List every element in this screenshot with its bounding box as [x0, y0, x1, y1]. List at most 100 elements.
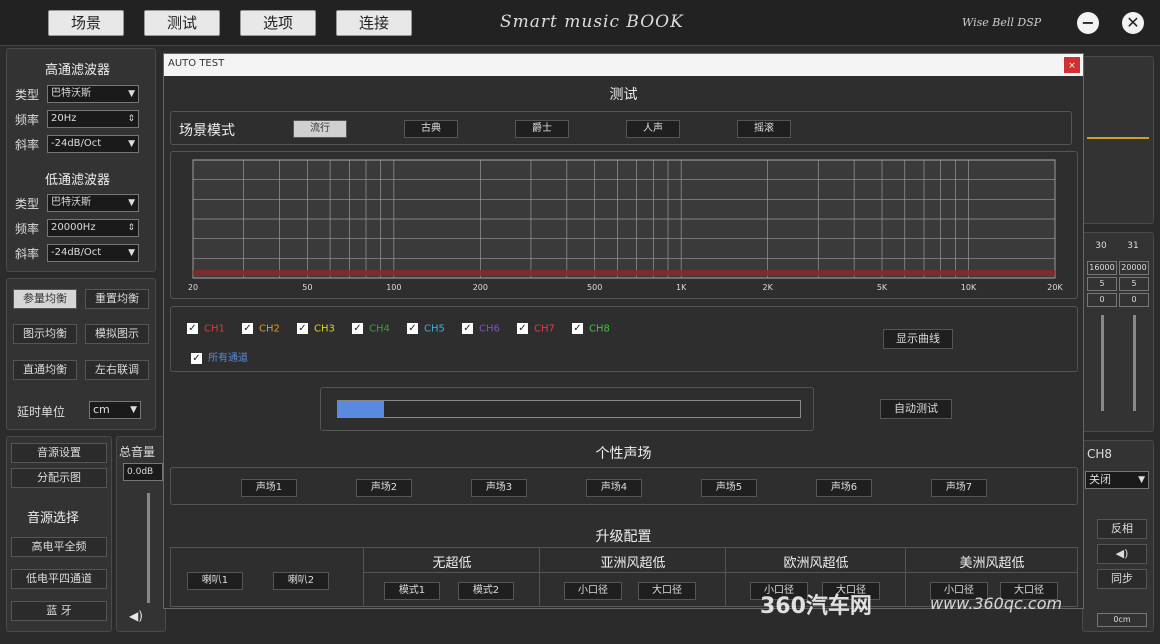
hp-slope-select[interactable]: -24dB/Oct ▼ — [47, 135, 139, 153]
q-cell[interactable]: 5 — [1119, 277, 1149, 291]
watermark-url: www.360qc.com — [930, 594, 1063, 613]
upgrade-config-heading: 升级配置 — [595, 529, 652, 545]
master-volume-slider[interactable] — [147, 493, 150, 603]
test-progress-bar — [337, 400, 801, 418]
tab-options[interactable]: 选项 — [240, 10, 316, 36]
reset-eq-button[interactable]: 重置均衡 — [85, 289, 149, 309]
speaker-2-button[interactable]: 喇叭2 — [273, 572, 329, 590]
minimize-button[interactable]: − — [1077, 12, 1099, 34]
freq-cell[interactable]: 20000 — [1119, 261, 1149, 275]
link-lr-button[interactable]: 左右联调 — [85, 360, 149, 380]
dialog-title: AUTO TEST — [168, 58, 225, 69]
scene-rock-button[interactable]: 摇滚 — [737, 120, 791, 138]
checkmark-icon: ✓ — [572, 323, 583, 334]
bypass-eq-button[interactable]: 直通均衡 — [13, 360, 77, 380]
gain-cell[interactable]: 0 — [1087, 293, 1117, 307]
scene-jazz-button[interactable]: 爵士 — [515, 120, 569, 138]
tab-scene[interactable]: 场景 — [48, 10, 124, 36]
checkmark-icon: ✓ — [517, 323, 528, 334]
assign-diagram-button[interactable]: 分配示图 — [11, 468, 107, 488]
progress-panel — [320, 387, 814, 431]
hp-type-label: 类型 — [15, 88, 40, 102]
all-channels-checkbox[interactable]: ✓ 所有通道 — [191, 349, 248, 364]
band-slider[interactable] — [1101, 315, 1104, 411]
freq-cell[interactable]: 16000 — [1087, 261, 1117, 275]
checkmark-icon: ✓ — [352, 323, 363, 334]
lp-type-value: 巴特沃斯 — [51, 197, 91, 208]
band-slider[interactable] — [1133, 315, 1136, 411]
scene-vocal-button[interactable]: 人声 — [626, 120, 680, 138]
channel-checkbox[interactable]: ✓ CH8 — [572, 323, 610, 335]
speaker-1-button[interactable]: 喇叭1 — [187, 572, 243, 590]
test-heading: 测试 — [609, 87, 638, 103]
asian-small-button[interactable]: 小口径 — [564, 582, 622, 600]
sound-field-1-button[interactable]: 声场1 — [241, 479, 297, 497]
checkmark-icon: ✓ — [191, 352, 202, 364]
sound-field-5-button[interactable]: 声场5 — [701, 479, 757, 497]
frequency-graph-panel: 20 50 100 200 500 1K 2K 5K 10K 20K — [170, 151, 1078, 299]
bluetooth-button[interactable]: 蓝 牙 — [11, 601, 107, 621]
hp-slope-value: -24dB/Oct — [51, 138, 102, 149]
auto-test-button[interactable]: 自动测试 — [880, 399, 952, 419]
tab-connect[interactable]: 连接 — [336, 10, 412, 36]
scene-pop-button[interactable]: 流行 — [293, 120, 347, 138]
x-tick-label: 200 — [473, 283, 488, 292]
chevron-down-icon: ▼ — [128, 248, 135, 258]
channel-checkbox[interactable]: ✓ CH1 — [187, 323, 225, 335]
chevron-down-icon: ▼ — [128, 89, 135, 99]
dialog-titlebar: AUTO TEST × — [164, 54, 1083, 76]
sound-field-7-button[interactable]: 声场7 — [931, 479, 987, 497]
channel-checkbox[interactable]: ✓ CH7 — [517, 323, 555, 335]
show-curve-button[interactable]: 显示曲线 — [883, 329, 953, 349]
response-curve-band — [193, 270, 1055, 276]
q-cell[interactable]: 5 — [1087, 277, 1117, 291]
sound-field-4-button[interactable]: 声场4 — [586, 479, 642, 497]
right-channel-params: 30 31 16000 20000 5 5 0 0 — [1082, 232, 1154, 432]
lp-freq-input[interactable]: 20000Hz ⇕ — [47, 219, 139, 237]
sound-field-6-button[interactable]: 声场6 — [816, 479, 872, 497]
lp-type-select[interactable]: 巴特沃斯 ▼ — [47, 194, 139, 212]
channel-state-select[interactable]: 关闭 ▼ — [1085, 471, 1149, 489]
hp-freq-input[interactable]: 20Hz ⇕ — [47, 110, 139, 128]
lp-slope-select[interactable]: -24dB/Oct ▼ — [47, 244, 139, 262]
group-divider — [906, 572, 1078, 573]
speaker-icon[interactable]: ◀) — [129, 609, 143, 623]
personal-sound-heading: 个性声场 — [595, 446, 652, 462]
sound-field-2-button[interactable]: 声场2 — [356, 479, 412, 497]
channel-checkbox[interactable]: ✓ CH5 — [407, 323, 445, 335]
simulate-graph-button[interactable]: 模拟图示 — [85, 324, 149, 344]
mode-2-button[interactable]: 模式2 — [458, 582, 514, 600]
gain-cell[interactable]: 0 — [1119, 293, 1149, 307]
mode-1-button[interactable]: 模式1 — [384, 582, 440, 600]
low-level-4ch-button[interactable]: 低电平四通道 — [11, 569, 107, 589]
delay-unit-select[interactable]: cm ▼ — [89, 401, 141, 419]
sync-button[interactable]: 同步 — [1097, 569, 1147, 589]
channel-checkbox[interactable]: ✓ CH2 — [242, 323, 280, 335]
asian-large-button[interactable]: 大口径 — [638, 582, 696, 600]
channel-checkbox[interactable]: ✓ CH4 — [352, 323, 390, 335]
group-no-sub: 无超低 模式1 模式2 — [363, 548, 540, 606]
tab-test[interactable]: 测试 — [144, 10, 220, 36]
invert-phase-button[interactable]: 反相 — [1097, 519, 1147, 539]
sound-field-3-button[interactable]: 声场3 — [471, 479, 527, 497]
spinner-icon[interactable]: ⇕ — [127, 220, 135, 236]
hp-type-select[interactable]: 巴特沃斯 ▼ — [47, 85, 139, 103]
delay-value: 0cm — [1097, 613, 1147, 627]
scene-mode-label: 场景模式 — [179, 123, 235, 139]
frequency-response-graph: 20 50 100 200 500 1K 2K 5K 10K 20K — [188, 159, 1063, 292]
scene-classical-button[interactable]: 古典 — [404, 120, 458, 138]
channel-checkbox[interactable]: ✓ CH6 — [462, 323, 500, 335]
close-button[interactable]: ✕ — [1122, 12, 1144, 34]
channel-checkbox[interactable]: ✓ CH3 — [297, 323, 335, 335]
x-tick-label: 500 — [587, 283, 602, 292]
lp-slope-label: 斜率 — [15, 247, 40, 261]
high-level-full-button[interactable]: 高电平全频 — [11, 537, 107, 557]
close-icon[interactable]: × — [1063, 56, 1081, 74]
x-tick-label: 2K — [762, 283, 773, 292]
spinner-icon[interactable]: ⇕ — [127, 111, 135, 127]
source-setup-button[interactable]: 音源设置 — [11, 443, 107, 463]
parametric-eq-button[interactable]: 参量均衡 — [13, 289, 77, 309]
graphic-eq-button[interactable]: 图示均衡 — [13, 324, 77, 344]
speaker-icon[interactable]: ◀) — [1097, 544, 1147, 564]
sound-field-panel: 声场1 声场2 声场3 声场4 声场5 声场6 声场7 — [170, 467, 1078, 505]
